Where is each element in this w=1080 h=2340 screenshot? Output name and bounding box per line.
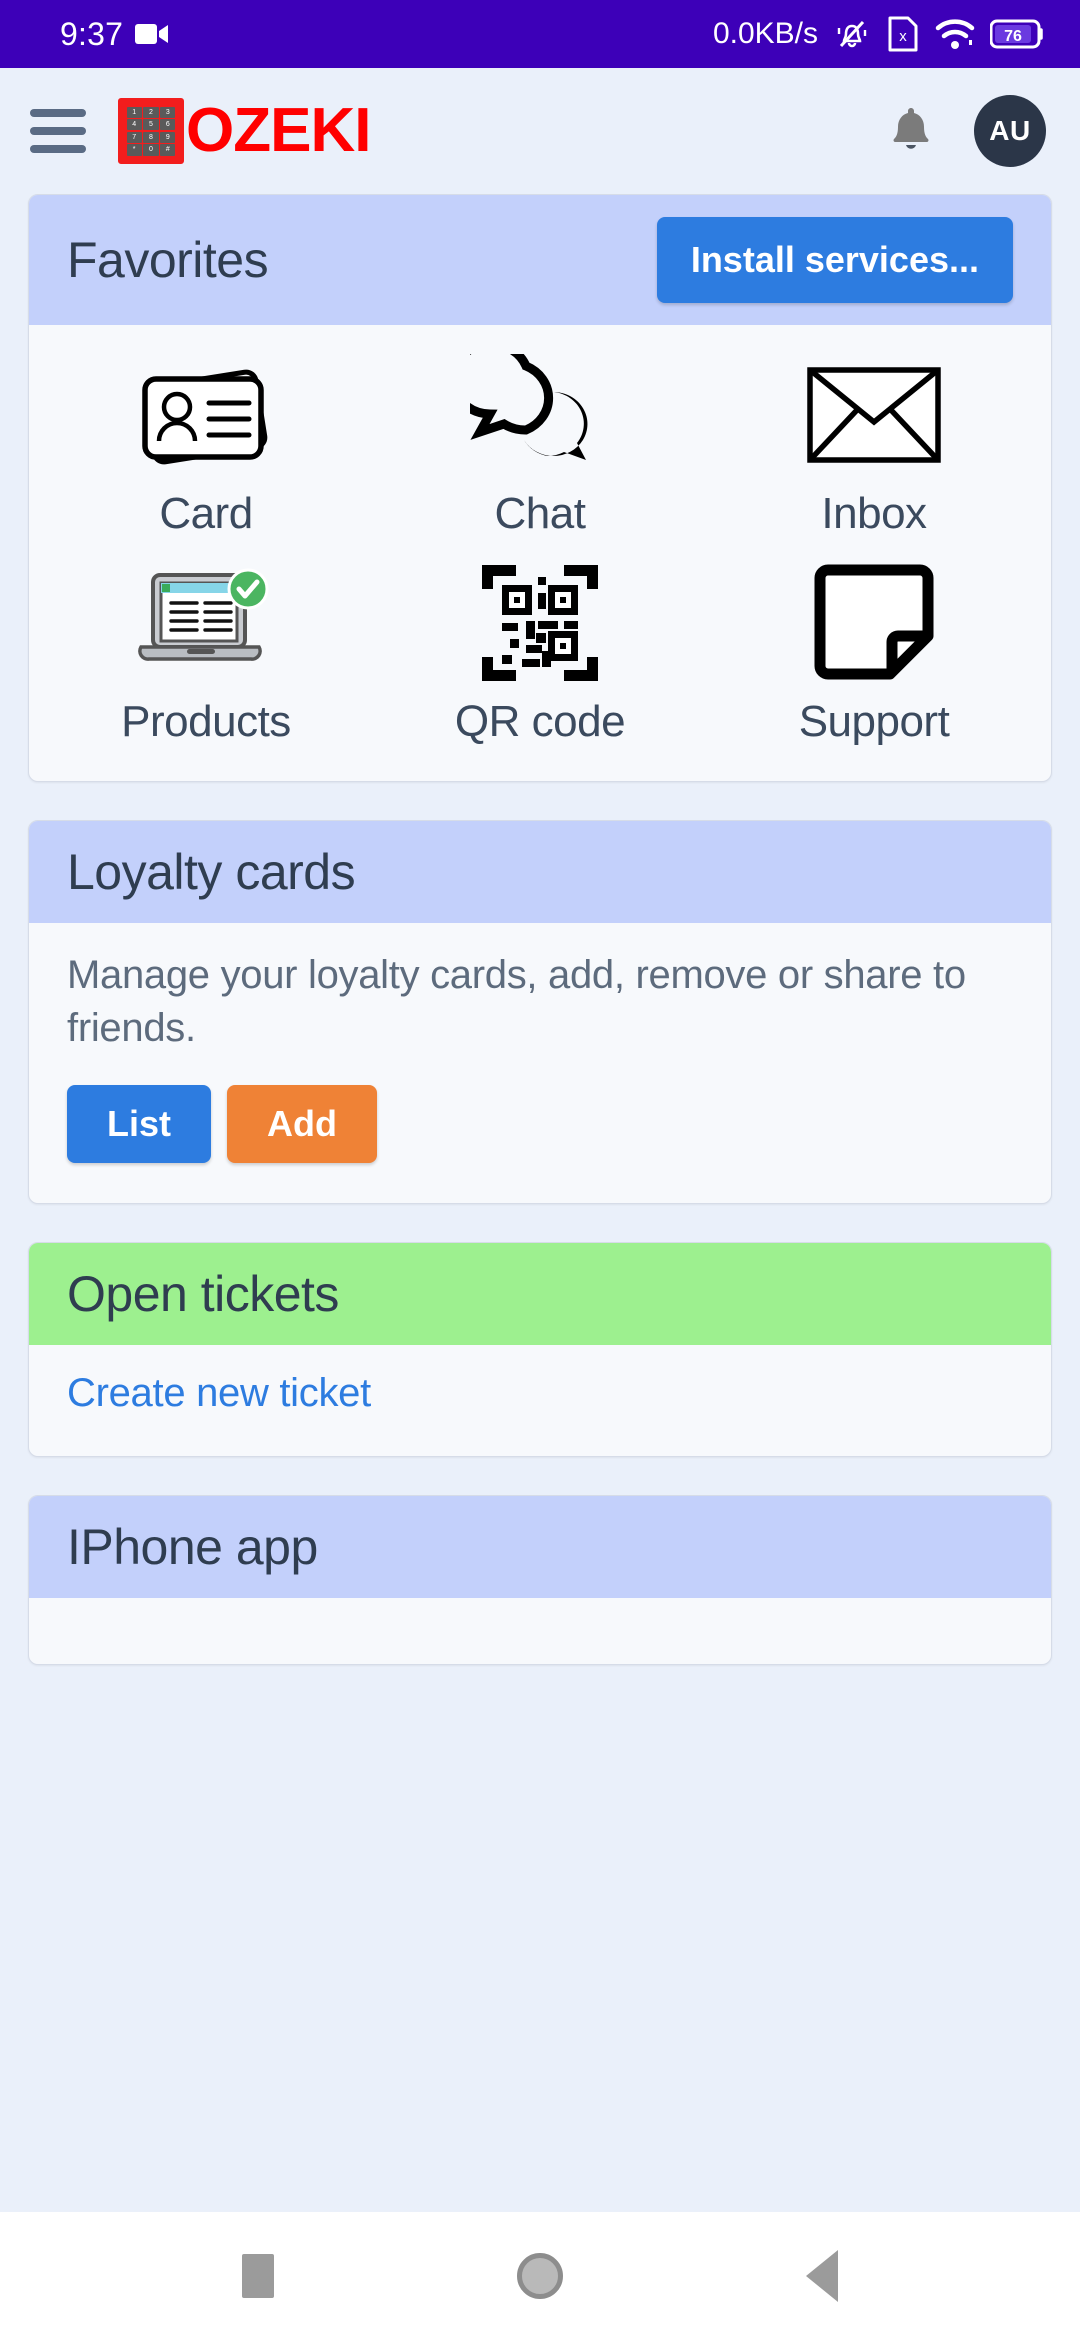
loyalty-cards-body: Manage your loyalty cards, add, remove o… <box>29 923 1051 1203</box>
home-glyph <box>516 2253 563 2299</box>
iphone-app-title: IPhone app <box>67 1518 318 1575</box>
status-bar-clock: 9:37 <box>60 15 124 52</box>
keypad-key: 8 <box>143 131 159 143</box>
main-content[interactable]: Favorites Install services... Card Chat … <box>0 194 1080 2212</box>
open-tickets-title: Open tickets <box>67 1265 339 1322</box>
favorite-item-card[interactable]: Card <box>39 349 373 539</box>
qr-code-icon <box>480 557 600 689</box>
keypad-key: 4 <box>126 119 142 131</box>
back-triangle-icon[interactable] <box>806 2250 839 2302</box>
keypad-logo-icon: 1 2 3 4 5 6 7 8 9 * 0 # <box>118 98 184 164</box>
android-navigation-bar <box>0 2212 1080 2340</box>
keypad-key: 6 <box>160 119 176 131</box>
hamburger-bar <box>30 145 86 153</box>
keypad-key: 5 <box>143 119 159 131</box>
hamburger-bar <box>30 109 86 117</box>
battery-icon: 76 <box>990 19 1046 49</box>
chat-bubbles-icon <box>470 349 610 481</box>
laptop-check-icon <box>131 557 281 689</box>
mute-bell-icon <box>832 14 872 54</box>
avatar-initials: AU <box>989 115 1031 146</box>
envelope-icon <box>805 349 943 481</box>
loyalty-cards-description: Manage your loyalty cards, add, remove o… <box>67 953 966 1050</box>
recents-glyph <box>241 2254 274 2298</box>
keypad-key: 3 <box>160 106 176 118</box>
favorite-label: QR code <box>454 697 626 746</box>
app-header: 1 2 3 4 5 6 7 8 9 * 0 # OZEKI AU <box>0 68 1080 194</box>
svg-text:x: x <box>899 28 907 45</box>
keypad-key: * <box>126 144 142 156</box>
keypad-key: 0 <box>143 144 159 156</box>
status-bar-left: 9:37 <box>60 16 169 53</box>
loyalty-list-button[interactable]: List <box>67 1084 212 1163</box>
video-camera-icon <box>135 22 169 46</box>
favorite-label: Products <box>121 697 291 746</box>
loyalty-cards-actions: List Add <box>67 1084 1013 1163</box>
network-speed-label: 0.0KB/s <box>712 17 818 50</box>
status-bar-right: 0.0KB/s x 76 <box>713 14 1046 54</box>
favorite-label: Inbox <box>821 489 927 538</box>
favorites-card: Favorites Install services... Card Chat … <box>28 194 1052 782</box>
favorite-label: Chat <box>494 489 586 538</box>
keypad-key: 7 <box>126 131 142 143</box>
wifi-icon <box>934 16 976 52</box>
loyalty-cards-title: Loyalty cards <box>67 844 356 900</box>
iphone-app-body <box>29 1598 1051 1664</box>
open-tickets-body: Create new ticket <box>29 1345 1051 1456</box>
install-services-button[interactable]: Install services... <box>656 217 1013 303</box>
svg-text:76: 76 <box>1004 28 1022 45</box>
favorite-item-qr-code[interactable]: QR code <box>373 557 707 747</box>
favorite-label: Support <box>798 697 950 746</box>
home-circle-icon[interactable] <box>516 2253 563 2299</box>
loyalty-cards-header: Loyalty cards <box>29 821 1051 923</box>
loyalty-cards-card: Loyalty cards Manage your loyalty cards,… <box>28 820 1052 1204</box>
back-glyph <box>806 2250 839 2302</box>
hamburger-bar <box>30 127 86 135</box>
keypad-key: 2 <box>143 106 159 118</box>
sticky-note-icon <box>814 557 934 689</box>
bell-icon[interactable] <box>882 100 940 163</box>
recents-square-icon[interactable] <box>241 2254 274 2298</box>
favorite-item-support[interactable]: Support <box>707 557 1041 747</box>
create-new-ticket-link[interactable]: Create new ticket <box>67 1371 371 1416</box>
favorites-card-header: Favorites Install services... <box>29 195 1051 325</box>
favorite-item-chat[interactable]: Chat <box>373 349 707 539</box>
favorite-item-inbox[interactable]: Inbox <box>707 349 1041 539</box>
open-tickets-header: Open tickets <box>29 1242 1051 1345</box>
id-card-icon <box>131 349 281 481</box>
favorite-item-products[interactable]: Products <box>39 557 373 747</box>
favorites-grid: Card Chat Inbox Products QR code Support <box>29 325 1051 781</box>
favorites-title: Favorites <box>67 232 269 288</box>
sim-missing-icon: x <box>886 14 920 54</box>
keypad-key: 1 <box>126 106 142 118</box>
keypad-key: # <box>160 144 176 156</box>
keypad-grid: 1 2 3 4 5 6 7 8 9 * 0 # <box>125 105 177 157</box>
iphone-app-header: IPhone app <box>29 1495 1051 1598</box>
iphone-app-card: IPhone app <box>28 1494 1052 1665</box>
favorite-label: Card <box>159 489 253 538</box>
keypad-key: 9 <box>160 131 176 143</box>
hamburger-menu-icon[interactable] <box>30 109 86 153</box>
loyalty-add-button[interactable]: Add <box>227 1084 377 1163</box>
logo-wordmark: OZEKI <box>186 96 371 165</box>
status-bar: 9:37 0.0KB/s x 76 <box>0 0 1080 68</box>
ozeki-logo[interactable]: 1 2 3 4 5 6 7 8 9 * 0 # OZEKI <box>118 96 371 165</box>
avatar[interactable]: AU <box>974 95 1046 167</box>
open-tickets-card: Open tickets Create new ticket <box>28 1241 1052 1457</box>
